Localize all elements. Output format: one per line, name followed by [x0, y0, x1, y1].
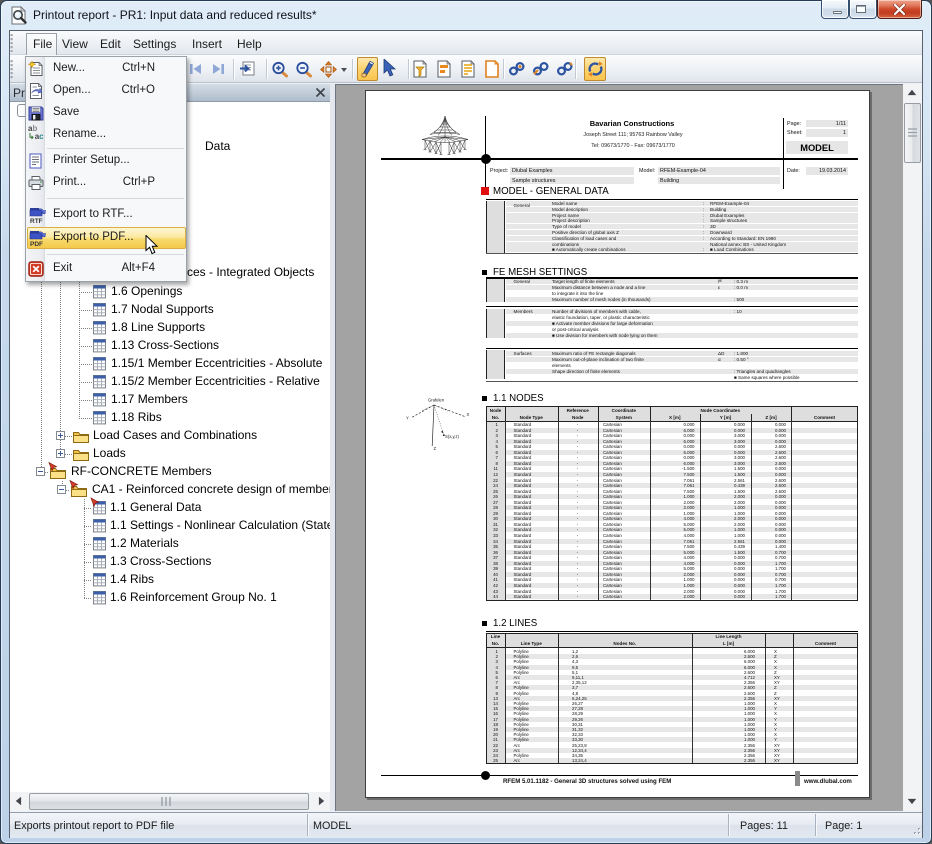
svg-text:X: X — [467, 412, 470, 417]
svg-text:Z: Z — [434, 446, 437, 451]
svg-text:Grafelen: Grafelen — [428, 398, 445, 403]
svg-text:PDF: PDF — [30, 241, 43, 247]
svg-text:RTF: RTF — [30, 218, 43, 224]
svg-text:Y: Y — [406, 416, 409, 421]
svg-text:S(x,y,z): S(x,y,z) — [445, 434, 459, 439]
